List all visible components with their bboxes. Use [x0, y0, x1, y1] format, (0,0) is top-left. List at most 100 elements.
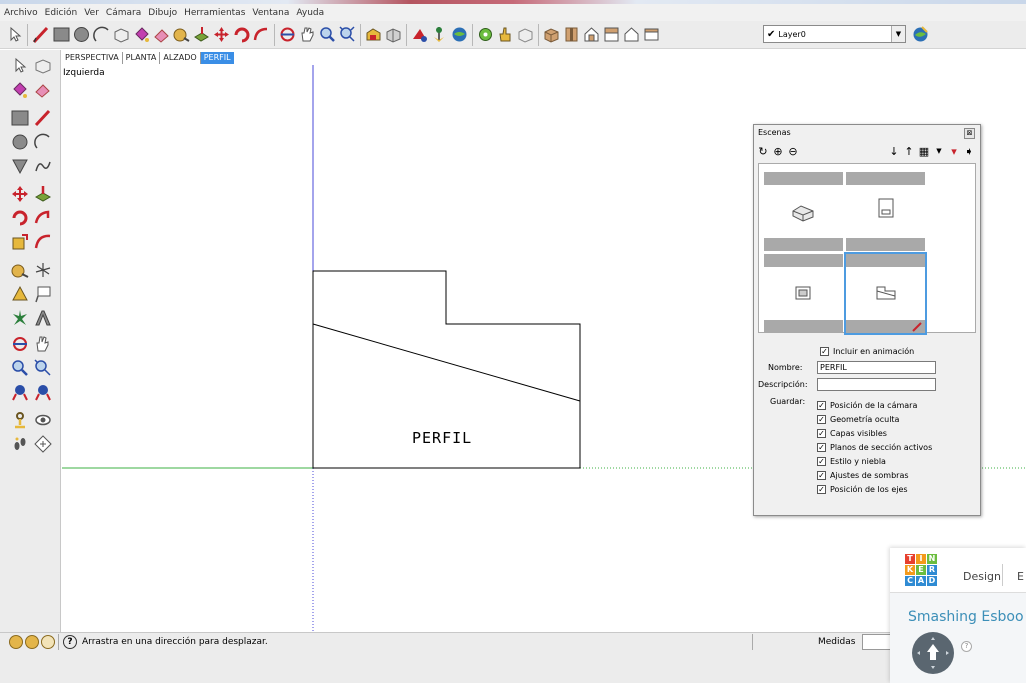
tinkercad-design-tab[interactable]: Design	[963, 570, 1001, 583]
save-hidden-geometry-checkbox[interactable]: ✓	[817, 415, 826, 424]
tinkercad-design-title[interactable]: Smashing Esboo	[908, 609, 1024, 625]
save-visible-layers-row[interactable]: ✓ Capas visibles	[817, 429, 887, 438]
next-view-icon[interactable]	[33, 382, 53, 402]
save-camera-position-checkbox[interactable]: ✓	[817, 401, 826, 410]
menu-archivo[interactable]: Archivo	[4, 8, 38, 18]
follow-me-icon[interactable]	[33, 208, 53, 228]
tab-perspectiva[interactable]: PERSPECTIVA	[62, 52, 123, 64]
rotate-tool-icon[interactable]	[10, 208, 30, 228]
menu-edicion[interactable]: Edición	[45, 8, 78, 18]
scene-thumbnail-alzado[interactable]	[764, 254, 843, 333]
make-component-icon[interactable]	[33, 56, 53, 76]
include-animation-row[interactable]: ✓ Incluir en animación	[820, 347, 914, 356]
save-axes-position-checkbox[interactable]: ✓	[817, 485, 826, 494]
save-axes-position-row[interactable]: ✓ Posición de los ejes	[817, 485, 908, 494]
save-section-planes-row[interactable]: ✓ Planos de sección activos	[817, 443, 932, 452]
arc-tool-icon[interactable]	[33, 132, 53, 152]
previous-view-icon[interactable]	[10, 382, 30, 402]
section-plane-icon[interactable]	[33, 434, 53, 454]
scene-thumbnail-perspectiva[interactable]	[764, 172, 843, 251]
tab-perfil[interactable]: PERFIL	[200, 52, 234, 64]
save-style-fog-checkbox[interactable]: ✓	[817, 457, 826, 466]
dimension-tool-icon[interactable]	[10, 284, 30, 304]
push-pull-icon[interactable]	[33, 184, 53, 204]
help-icon[interactable]: ?	[63, 635, 77, 649]
rectangle-tool-icon[interactable]	[52, 25, 71, 44]
view-top-icon[interactable]	[562, 25, 581, 44]
zoom-extents-icon[interactable]	[33, 358, 53, 378]
save-shadow-settings-checkbox[interactable]: ✓	[817, 471, 826, 480]
follow-me-icon[interactable]	[252, 25, 271, 44]
save-visible-layers-checkbox[interactable]: ✓	[817, 429, 826, 438]
view-options-icon[interactable]: ▦	[918, 146, 930, 158]
paint-bucket-icon[interactable]	[132, 25, 151, 44]
pan-hand-icon[interactable]	[298, 25, 317, 44]
zoom-icon[interactable]	[318, 25, 337, 44]
select-tool-icon[interactable]	[5, 25, 24, 44]
3d-text-icon[interactable]	[33, 308, 53, 328]
layer-manager-icon[interactable]	[910, 24, 931, 45]
orbit-icon[interactable]	[10, 334, 30, 354]
chevron-down-icon[interactable]: ▼	[891, 26, 905, 42]
tinkercad-help-icon[interactable]: ?	[961, 641, 972, 652]
dynamic-components-icon[interactable]	[476, 25, 495, 44]
line-tool-icon[interactable]	[31, 25, 50, 44]
close-button[interactable]: ⊠	[964, 128, 975, 139]
protractor-icon[interactable]	[10, 308, 30, 328]
save-hidden-geometry-row[interactable]: ✓ Geometría oculta	[817, 415, 899, 424]
save-style-fog-row[interactable]: ✓ Estilo y niebla	[817, 457, 886, 466]
view-left-icon[interactable]	[642, 25, 661, 44]
view-right-icon[interactable]	[602, 25, 621, 44]
polygon-tool-icon[interactable]	[10, 156, 30, 176]
view-front-icon[interactable]	[582, 25, 601, 44]
scene-thumbnail-planta[interactable]	[846, 172, 925, 251]
line-tool-icon[interactable]	[33, 108, 53, 128]
geo-location-icon[interactable]	[9, 635, 23, 649]
user-icon[interactable]	[41, 635, 55, 649]
eraser-icon[interactable]	[152, 25, 171, 44]
tab-planta[interactable]: PLANTA	[123, 52, 161, 64]
add-scene-icon[interactable]: ⊕	[772, 146, 784, 158]
tinkercad-next-tab[interactable]: E	[1017, 570, 1024, 583]
tab-alzado[interactable]: ALZADO	[160, 52, 201, 64]
save-camera-position-row[interactable]: ✓ Posición de la cámara	[817, 401, 917, 410]
look-around-icon[interactable]	[33, 410, 53, 430]
view-navigation-icon[interactable]	[912, 632, 954, 674]
tape-measure-icon[interactable]	[10, 260, 30, 280]
offset-tool-icon[interactable]	[33, 232, 53, 252]
menu-ver[interactable]: Ver	[84, 8, 99, 18]
circle-tool-icon[interactable]	[72, 25, 91, 44]
text-tool-icon[interactable]	[33, 284, 53, 304]
pan-hand-icon[interactable]	[33, 334, 53, 354]
push-pull-icon[interactable]	[192, 25, 211, 44]
sandbox-icon[interactable]	[410, 25, 429, 44]
move-tool-icon[interactable]	[212, 25, 231, 44]
include-animation-checkbox[interactable]: ✓	[820, 347, 829, 356]
scene-thumbnail-perfil[interactable]	[844, 252, 927, 335]
zoom-extents-icon[interactable]	[338, 25, 357, 44]
scale-tool-icon[interactable]	[10, 232, 30, 252]
update-scene-icon[interactable]: ↻	[757, 146, 769, 158]
circle-tool-icon[interactable]	[10, 132, 30, 152]
paint-bucket-icon[interactable]	[10, 80, 30, 100]
menu-camara[interactable]: Cámara	[106, 8, 141, 18]
freehand-tool-icon[interactable]	[33, 156, 53, 176]
interact-icon[interactable]	[496, 25, 515, 44]
orbit-icon[interactable]	[278, 25, 297, 44]
google-earth-icon[interactable]	[450, 25, 469, 44]
move-tool-icon[interactable]	[10, 184, 30, 204]
show-details-icon[interactable]: ▾	[948, 146, 960, 158]
tinkercad-logo[interactable]: T I N K E R C A D	[905, 554, 937, 586]
move-scene-down-icon[interactable]: ↓	[888, 146, 900, 158]
chevron-down-icon[interactable]: ▼	[933, 146, 945, 158]
view-iso-icon[interactable]	[542, 25, 561, 44]
menu-ventana[interactable]: Ventana	[252, 8, 289, 18]
details-arrow-icon[interactable]: ➧	[963, 146, 975, 158]
arc-tool-icon[interactable]	[92, 25, 111, 44]
move-scene-up-icon[interactable]: ↑	[903, 146, 915, 158]
layer-dropdown[interactable]: ✔ Layer0 ▼	[763, 25, 906, 43]
menu-dibujo[interactable]: Dibujo	[148, 8, 177, 18]
walk-tool-icon[interactable]	[10, 434, 30, 454]
3d-warehouse-icon[interactable]	[364, 25, 383, 44]
zoom-icon[interactable]	[10, 358, 30, 378]
